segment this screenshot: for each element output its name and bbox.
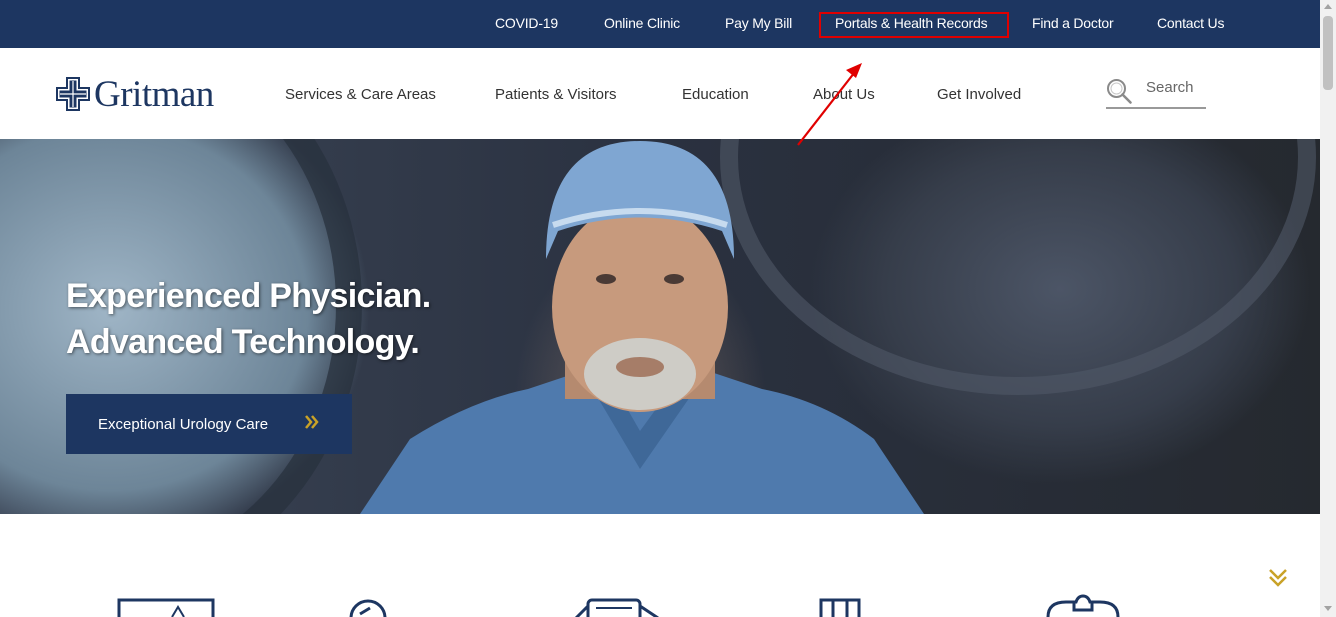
site-header: Gritman Services & Care Areas Patients &… bbox=[0, 48, 1320, 139]
stethoscope-icon[interactable] bbox=[348, 592, 388, 617]
annotation-highlight-box bbox=[819, 12, 1009, 38]
utility-link-find-a-doctor[interactable]: Find a Doctor bbox=[1032, 15, 1114, 31]
scrollbar-thumb[interactable] bbox=[1323, 16, 1333, 90]
utility-link-covid19[interactable]: COVID-19 bbox=[495, 15, 558, 31]
utility-link-pay-my-bill[interactable]: Pay My Bill bbox=[725, 15, 792, 31]
urology-care-button[interactable]: Exceptional Urology Care bbox=[66, 394, 352, 454]
double-chevron-right-icon bbox=[305, 415, 319, 429]
site-logo[interactable]: Gritman bbox=[56, 73, 214, 115]
annotation-arrow bbox=[797, 63, 862, 146]
search-box bbox=[1106, 76, 1208, 109]
clipboard-icon[interactable] bbox=[1044, 592, 1122, 617]
nav-get-involved[interactable]: Get Involved bbox=[937, 86, 1021, 103]
scroll-down-arrow-icon[interactable] bbox=[1324, 606, 1332, 611]
utility-link-contact-us[interactable]: Contact Us bbox=[1157, 15, 1224, 31]
search-input[interactable] bbox=[1144, 78, 1208, 97]
nav-services-care-areas[interactable]: Services & Care Areas bbox=[285, 86, 436, 103]
nav-education[interactable]: Education bbox=[682, 86, 749, 103]
hero-title: Experienced Physician. Advanced Technolo… bbox=[66, 273, 431, 365]
urology-care-button-label: Exceptional Urology Care bbox=[98, 415, 269, 433]
hero-doctor-image bbox=[360, 141, 924, 514]
id-card-icon[interactable] bbox=[574, 592, 662, 617]
search-icon[interactable] bbox=[1106, 78, 1132, 104]
scroll-down-chevron-icon[interactable] bbox=[1266, 566, 1290, 590]
utility-link-online-clinic[interactable]: Online Clinic bbox=[604, 15, 680, 31]
scroll-up-arrow-icon[interactable] bbox=[1324, 4, 1332, 9]
hero-title-line1: Experienced Physician. bbox=[66, 277, 431, 315]
cross-logo-icon bbox=[56, 77, 90, 111]
nav-patients-visitors[interactable]: Patients & Visitors bbox=[495, 86, 616, 103]
logo-text: Gritman bbox=[94, 73, 214, 115]
hero-banner: Experienced Physician. Advanced Technolo… bbox=[0, 139, 1320, 514]
utility-nav: COVID-19 Online Clinic Pay My Bill Porta… bbox=[0, 0, 1320, 48]
page-scrollbar[interactable] bbox=[1320, 0, 1336, 617]
hero-title-line2: Advanced Technology. bbox=[66, 323, 420, 361]
monitor-icon[interactable] bbox=[117, 592, 215, 617]
building-icon[interactable] bbox=[818, 592, 862, 617]
